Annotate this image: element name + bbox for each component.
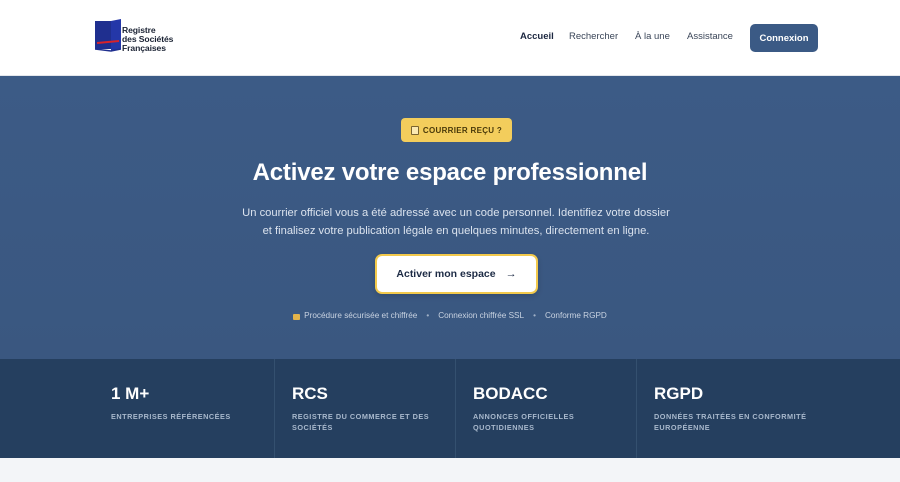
- nav-a-la-une[interactable]: À la une: [635, 31, 670, 42]
- site-logo[interactable]: Registre des Sociétés Françaises: [95, 19, 195, 57]
- nav-assistance[interactable]: Assistance: [687, 31, 733, 42]
- nav-accueil[interactable]: Accueil: [520, 31, 554, 42]
- site-header: Registre des Sociétés Françaises Accueil…: [0, 0, 900, 76]
- stat-entreprises: 1 M+ ENTREPRISES RÉFÉRENCÉES: [0, 359, 275, 458]
- hero-subtitle: Un courrier officiel vous a été adressé …: [230, 204, 682, 240]
- stat-value: RGPD: [654, 384, 704, 403]
- logo-line-3: Françaises: [122, 43, 166, 53]
- stat-label: REGISTRE DU COMMERCE ET DES SOCIÉTÉS: [292, 412, 430, 432]
- stat-label: ANNONCES OFFICIELLES QUOTIDIENNES: [473, 412, 575, 432]
- stat-rcs: RCS REGISTRE DU COMMERCE ET DES SOCIÉTÉS: [275, 359, 456, 458]
- badge-label: COURRIER REÇU ?: [422, 125, 503, 135]
- stat-rgpd: RGPD DONNÉES TRAITÉES EN CONFORMITÉ EURO…: [637, 359, 900, 458]
- trust-strip: Procédure sécurisée et chiffrée • Connex…: [0, 311, 900, 320]
- envelope-icon: [410, 125, 419, 135]
- book-logo-icon: [95, 19, 121, 52]
- stat-label: ENTREPRISES RÉFÉRENCÉES: [111, 412, 231, 421]
- hero-subtitle-line-1: Un courrier officiel vous a été adressé …: [242, 207, 670, 219]
- hero-title: Activez votre espace professionnel: [252, 159, 648, 186]
- courrier-badge: COURRIER REÇU ?: [401, 118, 512, 142]
- hero-subtitle-line-2: et finalisez votre publication légale en…: [262, 225, 650, 237]
- arrow-right-icon: →: [505, 268, 517, 280]
- stat-label: DONNÉES TRAITÉES EN CONFORMITÉ EUROPÉENN…: [654, 412, 807, 432]
- stat-value: BODACC: [473, 384, 548, 403]
- login-button[interactable]: Connexion: [750, 24, 818, 52]
- separator-dot: •: [533, 311, 536, 320]
- separator-dot: •: [426, 311, 430, 320]
- logo-text: Registre des Sociétés Françaises: [122, 26, 173, 53]
- stat-bodacc: BODACC ANNONCES OFFICIELLES QUOTIDIENNES: [456, 359, 637, 458]
- hero-section: COURRIER REÇU ? Activez votre espace pro…: [0, 76, 900, 359]
- trust-secure-label: Procédure sécurisée et chiffrée: [304, 311, 418, 320]
- page-bottom-strip: [0, 458, 900, 482]
- nav-rechercher[interactable]: Rechercher: [569, 31, 618, 42]
- trust-secure: Procédure sécurisée et chiffrée: [293, 311, 417, 320]
- lock-icon: [293, 313, 301, 320]
- cta-label: Activer mon espace: [396, 268, 496, 280]
- activate-space-button[interactable]: Activer mon espace →: [375, 254, 538, 294]
- trust-rgpd: Conforme RGPD: [544, 311, 607, 320]
- trust-ssl: Connexion chiffrée SSL: [438, 311, 525, 320]
- stats-bar: 1 M+ ENTREPRISES RÉFÉRENCÉES RCS REGISTR…: [0, 359, 900, 458]
- stat-value: 1 M+: [111, 384, 150, 403]
- stat-value: RCS: [292, 384, 328, 403]
